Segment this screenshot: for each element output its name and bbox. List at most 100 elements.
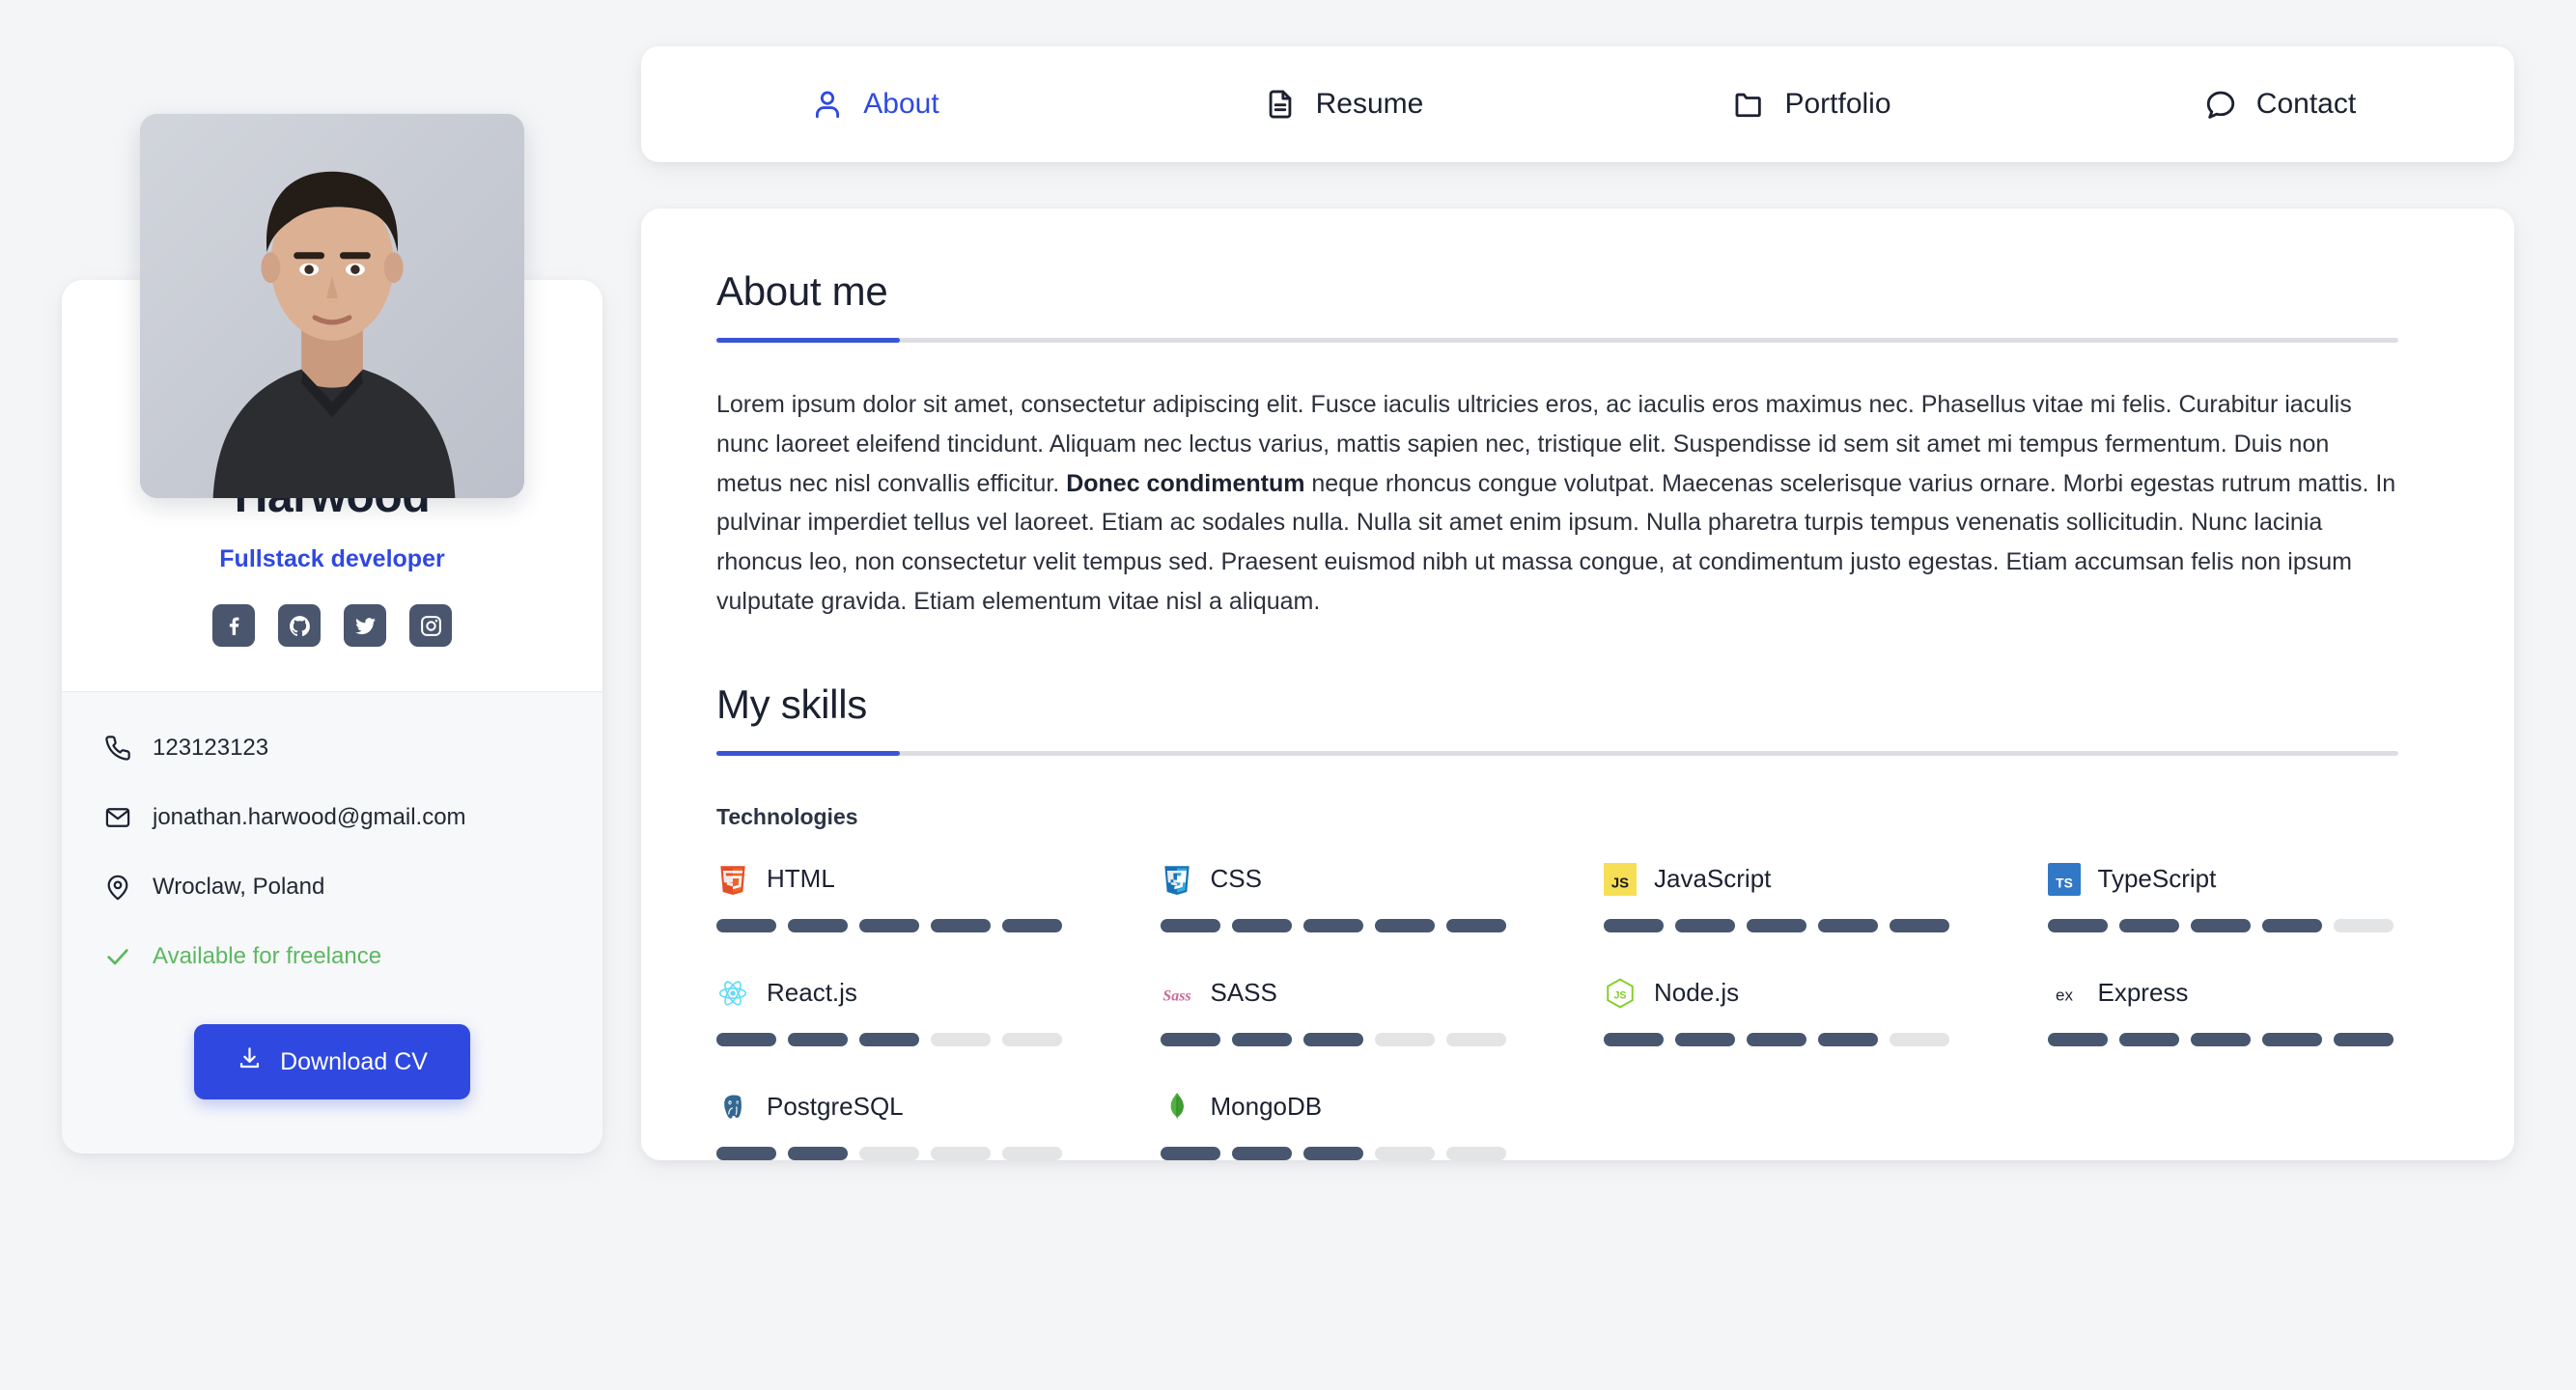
contact-phone[interactable]: 123123123 (104, 735, 560, 762)
skill-level-segment (1002, 1146, 1062, 1160)
download-cv-label: Download CV (280, 1047, 428, 1075)
css3-logo-icon (1161, 863, 1193, 896)
skill-level-segment (1002, 918, 1062, 932)
document-icon (1264, 88, 1297, 121)
chat-bubble-icon (2204, 88, 2237, 121)
skill-level-segment (788, 1146, 848, 1160)
download-cv-button[interactable]: Download CV (194, 1024, 470, 1100)
skill-level-segment (2047, 1032, 2108, 1046)
skill-level-segment (1231, 918, 1292, 932)
skill-level-segment (1374, 1032, 1435, 1046)
skill-level-segment (859, 1032, 919, 1046)
skill-level-segment (2190, 1032, 2251, 1046)
facebook-icon (229, 617, 238, 635)
skill-level-segment (716, 918, 776, 932)
skill-name: Express (2097, 978, 2189, 1007)
skills-heading-rule (716, 750, 2398, 756)
user-icon (811, 88, 844, 121)
skill-level-segment (2261, 918, 2322, 932)
skill-level-segment (931, 1032, 991, 1046)
contact-email-value: jonathan.harwood@gmail.com (153, 804, 466, 831)
skill-level-segment (1231, 1032, 1292, 1046)
social-link-facebook[interactable] (212, 604, 255, 648)
skill-level-bars (716, 1146, 1085, 1160)
social-link-twitter[interactable] (344, 604, 386, 648)
skill-level-segment (788, 1032, 848, 1046)
skill-mongodb: MongoDB (1160, 1087, 1529, 1160)
skill-level-segment (1675, 918, 1735, 932)
social-link-instagram[interactable] (409, 604, 452, 648)
sidebar: Jonathan Harwood Fullstack developer (62, 46, 602, 1154)
skill-reactjs: React.js (716, 973, 1085, 1046)
skill-level-segment (859, 918, 919, 932)
skill-level-bars (716, 1032, 1085, 1046)
main-navigation: About Resume Portfolio Contact (641, 46, 2514, 162)
skill-level-segment (1002, 1032, 1062, 1046)
github-icon (289, 615, 310, 636)
skill-level-segment (1445, 1146, 1506, 1160)
contact-location-value: Wroclaw, Poland (153, 874, 325, 901)
nav-item-resume[interactable]: Resume (1109, 46, 1578, 162)
nav-item-portfolio[interactable]: Portfolio (1578, 46, 2046, 162)
skill-level-segment (1747, 1032, 1806, 1046)
skill-level-segment (2333, 1032, 2394, 1046)
skill-level-segment (1747, 918, 1806, 932)
skill-level-segment (1445, 918, 1506, 932)
skill-level-segment (788, 918, 848, 932)
svg-text:TS: TS (2056, 875, 2073, 890)
skill-name: HTML (767, 864, 835, 893)
mail-icon (104, 804, 131, 831)
mongodb-logo-icon (1161, 1091, 1193, 1124)
avatar (140, 114, 524, 498)
contact-phone-value: 123123123 (153, 735, 269, 762)
skill-header: TS TypeScript (2047, 859, 2417, 900)
skills-grid: HTML CSS JS JavaScript TS TypeScript Rea… (716, 859, 2416, 1160)
nav-label-resume: Resume (1315, 88, 1424, 120)
skill-level-segment (2047, 918, 2108, 932)
social-link-github[interactable] (278, 604, 321, 648)
contact-email[interactable]: jonathan.harwood@gmail.com (104, 804, 560, 831)
skill-level-segment (1604, 918, 1664, 932)
contact-availability: Available for freelance (104, 943, 560, 970)
typescript-logo-icon: TS (2047, 862, 2081, 896)
skill-typescript: TS TypeScript (2047, 859, 2417, 932)
folder-icon (1732, 88, 1765, 121)
react-logo-icon (716, 977, 749, 1010)
nav-item-about[interactable]: About (641, 46, 1109, 162)
skill-header: CSS (1161, 859, 1529, 900)
nav-item-contact[interactable]: Contact (2046, 46, 2514, 162)
technologies-label: Technologies (716, 803, 858, 829)
svg-text:ex: ex (2056, 986, 2073, 1004)
skill-level-segment (1890, 918, 1949, 932)
skills-heading: My skills (716, 681, 867, 727)
skill-level-segment (1818, 918, 1878, 932)
skill-header: ex Express (2048, 973, 2417, 1014)
skill-sass: Sass SASS (1160, 973, 1529, 1046)
location-pin-icon (104, 874, 131, 901)
skill-javascript: JS JavaScript (1604, 859, 1973, 932)
profile-card: Jonathan Harwood Fullstack developer (62, 114, 602, 1154)
phone-icon (104, 735, 131, 762)
skill-nodejs: JS Node.js (1604, 973, 1973, 1046)
skill-level-segment (1818, 1032, 1878, 1046)
about-paragraph-bold: Donec condimentum (1066, 469, 1305, 497)
skill-header: MongoDB (1161, 1087, 1529, 1127)
skill-name: React.js (767, 978, 857, 1007)
skill-level-bars (1160, 1032, 1529, 1046)
check-icon (104, 943, 131, 970)
skill-level-segment (716, 1032, 776, 1046)
svg-text:Sass: Sass (1162, 987, 1190, 1004)
skill-level-segment (1160, 918, 1220, 932)
nav-label-contact: Contact (2255, 88, 2357, 120)
about-content-card: About me Lorem ipsum dolor sit amet, con… (641, 208, 2514, 1160)
skill-header: React.js (716, 973, 1085, 1014)
skill-level-segment (1302, 1146, 1363, 1160)
skill-level-bars (1604, 1032, 1973, 1046)
html5-logo-icon (716, 863, 749, 896)
skill-level-segment (1374, 918, 1435, 932)
skill-name: SASS (1210, 978, 1277, 1007)
nodejs-logo-icon: JS (1604, 977, 1637, 1010)
contact-availability-value: Available for freelance (153, 943, 382, 970)
skill-header: JS JavaScript (1604, 859, 1973, 900)
skill-name: CSS (1210, 864, 1262, 893)
